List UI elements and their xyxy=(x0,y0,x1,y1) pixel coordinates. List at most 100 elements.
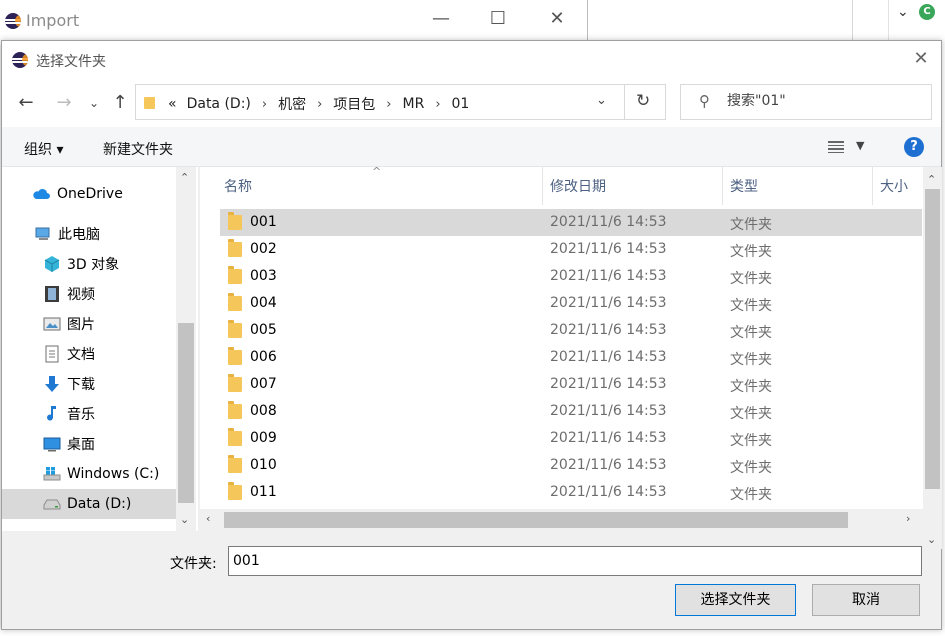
search-input[interactable] xyxy=(727,93,923,109)
file-type: 文件夹 xyxy=(730,433,772,449)
scrollbar-thumb[interactable] xyxy=(925,189,940,489)
file-row[interactable]: 003 2021/11/6 14:53 文件夹 xyxy=(220,263,922,290)
file-modified: 2021/11/6 14:53 xyxy=(550,214,667,230)
minimize-icon[interactable]: — xyxy=(426,8,456,29)
breadcrumb: « Data (D:) › 机密 › 项目包 › MR › 01 xyxy=(168,94,469,114)
nav-item-onedrive[interactable]: OneDrive xyxy=(2,179,176,209)
select-folder-button[interactable]: 选择文件夹 xyxy=(675,584,796,616)
nav-item-pictures[interactable]: 图片 xyxy=(2,309,176,339)
folder-icon xyxy=(228,293,242,311)
nav-item-documents[interactable]: 文档 xyxy=(2,339,176,369)
close-icon[interactable]: ✕ xyxy=(542,8,572,29)
file-type: 文件夹 xyxy=(730,271,772,287)
scroll-down-icon[interactable]: ⌄ xyxy=(180,513,189,526)
folder-field-label: 文件夹: xyxy=(170,556,217,572)
breadcrumb-separator[interactable]: › xyxy=(435,97,440,112)
breadcrumb-01[interactable]: 01 xyxy=(452,96,470,112)
scroll-up-icon[interactable]: ⌃ xyxy=(180,171,189,184)
dialog-title: 选择文件夹 xyxy=(36,54,106,70)
nav-item-label: Windows (C:) xyxy=(67,466,160,482)
breadcrumb-overflow[interactable]: « xyxy=(168,96,177,112)
view-details-icon[interactable] xyxy=(828,141,844,154)
new-folder-button[interactable]: 新建文件夹 xyxy=(103,139,173,159)
file-row[interactable]: 002 2021/11/6 14:53 文件夹 xyxy=(220,236,922,263)
nav-item-downloads[interactable]: 下载 xyxy=(2,369,176,399)
refresh-icon[interactable]: ↻ xyxy=(636,91,650,111)
file-row[interactable]: 011 2021/11/6 14:53 文件夹 xyxy=(220,479,922,506)
nav-item-desktop[interactable]: 桌面 xyxy=(2,429,176,459)
address-history-chevron-icon[interactable]: ⌄ xyxy=(596,93,607,108)
file-modified: 2021/11/6 14:53 xyxy=(550,241,667,257)
command-toolbar: 组织 ▾ 新建文件夹 ▼ ? xyxy=(2,127,941,167)
file-type: 文件夹 xyxy=(730,379,772,395)
search-icon: ⚲ xyxy=(699,92,710,110)
address-bar[interactable]: « Data (D:) › 机密 › 项目包 › MR › 01 ⌄ ↻ xyxy=(135,84,666,120)
scrollbar-thumb[interactable] xyxy=(178,323,194,503)
import-window-titlebar: Import — ☐ ✕ xyxy=(0,0,588,45)
organize-button[interactable]: 组织 ▾ xyxy=(24,139,63,159)
scroll-left-icon[interactable]: ‹ xyxy=(206,512,210,525)
file-row[interactable]: 004 2021/11/6 14:53 文件夹 xyxy=(220,290,922,317)
nav-item-label: OneDrive xyxy=(57,186,123,202)
file-row[interactable]: 009 2021/11/6 14:53 文件夹 xyxy=(220,425,922,452)
nav-item-3d-objects[interactable]: 3D 对象 xyxy=(2,249,176,279)
windows-drive-icon xyxy=(43,466,61,482)
breadcrumb-secret[interactable]: 机密 xyxy=(278,94,306,114)
breadcrumb-separator[interactable]: › xyxy=(317,97,322,112)
scrollbar-thumb[interactable] xyxy=(224,512,848,528)
back-arrow-icon[interactable]: ← xyxy=(14,91,38,115)
folder-input[interactable] xyxy=(228,546,922,576)
recent-locations-chevron-icon[interactable]: ⌄ xyxy=(82,91,106,115)
column-header-name[interactable]: 名称 xyxy=(216,167,536,205)
file-row[interactable]: 008 2021/11/6 14:53 文件夹 xyxy=(220,398,922,425)
dialog-close-icon[interactable]: ✕ xyxy=(909,47,933,71)
nav-item-music[interactable]: 音乐 xyxy=(2,399,176,429)
search-box[interactable]: ⚲ xyxy=(680,84,932,120)
file-list-horizontal-scrollbar[interactable]: ‹ › xyxy=(200,509,923,531)
file-modified: 2021/11/6 14:53 xyxy=(550,484,667,500)
folder-icon xyxy=(228,455,242,473)
maximize-icon[interactable]: ☐ xyxy=(483,8,513,29)
nav-item-videos[interactable]: 视频 xyxy=(2,279,176,309)
nav-item-this-pc[interactable]: 此电脑 xyxy=(2,219,176,249)
file-type: 文件夹 xyxy=(730,460,772,476)
navigation-bar: ← → ⌄ ↑ « Data (D:) › 机密 › 项目包 › MR › 01… xyxy=(2,79,941,127)
scroll-right-icon[interactable]: › xyxy=(906,512,910,525)
folder-icon xyxy=(228,239,242,257)
column-header-modified[interactable]: 修改日期 xyxy=(542,167,722,205)
breadcrumb-separator[interactable]: › xyxy=(262,97,267,112)
computer-icon xyxy=(34,226,52,242)
view-options-chevron-icon[interactable]: ▼ xyxy=(856,139,864,152)
nav-item-data-d[interactable]: Data (D:) xyxy=(2,489,176,519)
select-folder-dialog: 选择文件夹 ✕ ← → ⌄ ↑ « Data (D:) › 机密 › 项目包 ›… xyxy=(1,40,942,630)
nav-item-label: 3D 对象 xyxy=(67,257,120,273)
nav-item-label: 文档 xyxy=(67,347,95,363)
help-icon[interactable]: ? xyxy=(904,137,924,157)
breadcrumb-mr[interactable]: MR xyxy=(403,96,425,112)
cancel-button[interactable]: 取消 xyxy=(812,584,920,616)
forward-arrow-icon[interactable]: → xyxy=(52,91,76,115)
breadcrumb-separator[interactable]: › xyxy=(386,97,391,112)
column-header-size[interactable]: 大小 xyxy=(872,167,923,205)
up-arrow-icon[interactable]: ↑ xyxy=(108,91,132,115)
scroll-down-icon[interactable]: ⌄ xyxy=(927,533,936,546)
chevron-down-icon[interactable]: ⌄ xyxy=(897,4,909,20)
file-name: 001 xyxy=(250,214,277,230)
file-row[interactable]: 001 2021/11/6 14:53 文件夹 xyxy=(220,209,922,236)
nav-pane-scrollbar[interactable]: ⌃ ⌄ xyxy=(176,167,196,531)
nav-item-windows-c[interactable]: Windows (C:) xyxy=(2,459,176,489)
eclipse-icon xyxy=(12,52,28,68)
scroll-up-icon[interactable]: ⌃ xyxy=(927,173,936,186)
folder-icon xyxy=(228,482,242,500)
file-row[interactable]: 005 2021/11/6 14:53 文件夹 xyxy=(220,317,922,344)
breadcrumb-project-pack[interactable]: 项目包 xyxy=(333,94,375,114)
address-divider xyxy=(624,85,625,119)
file-name: 007 xyxy=(250,376,277,392)
file-row[interactable]: 007 2021/11/6 14:53 文件夹 xyxy=(220,371,922,398)
file-row[interactable]: 010 2021/11/6 14:53 文件夹 xyxy=(220,452,922,479)
file-list-scrollbar[interactable]: ⌃ ⌄ xyxy=(923,167,942,549)
file-row[interactable]: 006 2021/11/6 14:53 文件夹 xyxy=(220,344,922,371)
breadcrumb-data-d[interactable]: Data (D:) xyxy=(187,96,251,112)
nav-item-label: 图片 xyxy=(67,317,95,333)
column-header-type[interactable]: 类型 xyxy=(722,167,872,205)
